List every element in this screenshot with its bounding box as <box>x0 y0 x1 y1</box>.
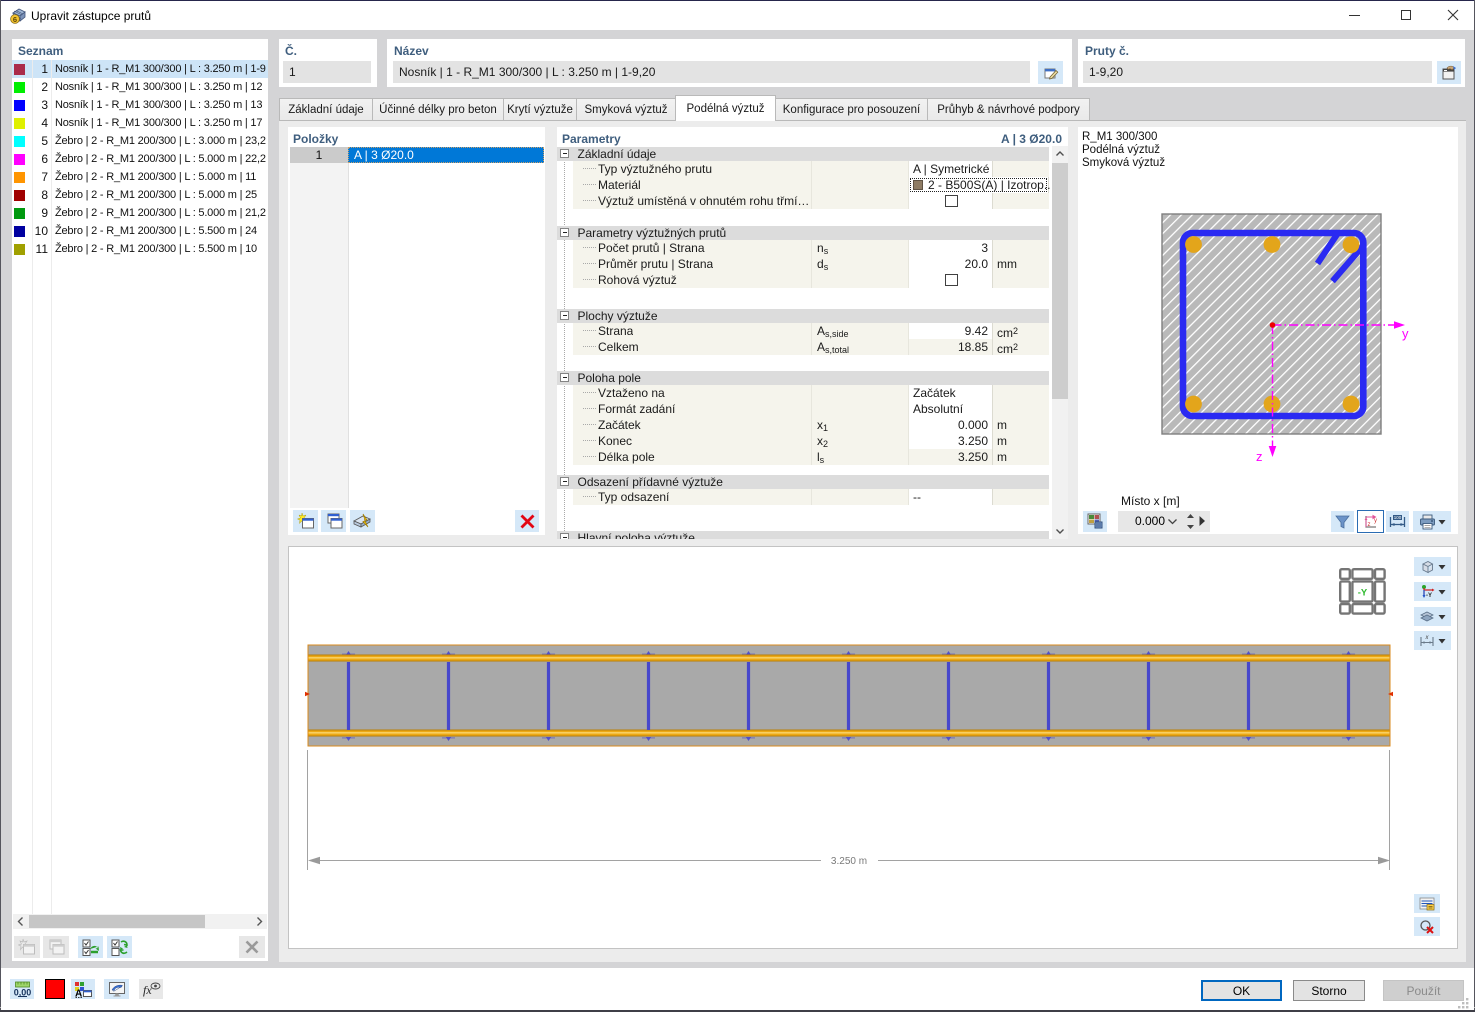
svg-text:z: z <box>1256 449 1263 464</box>
svg-text:y: y <box>1374 518 1377 524</box>
svg-text:-Y: -Y <box>1358 588 1368 599</box>
svg-text:A: A <box>75 988 82 998</box>
svg-text:6: 6 <box>13 15 17 24</box>
svg-text:-Y: -Y <box>1426 593 1432 599</box>
svg-text:y: y <box>1402 326 1409 341</box>
svg-text:z: z <box>1367 522 1370 528</box>
svg-text:100: 100 <box>1394 515 1402 520</box>
svg-text:x: x <box>1425 635 1430 641</box>
svg-text:3.250 m: 3.250 m <box>831 856 867 867</box>
